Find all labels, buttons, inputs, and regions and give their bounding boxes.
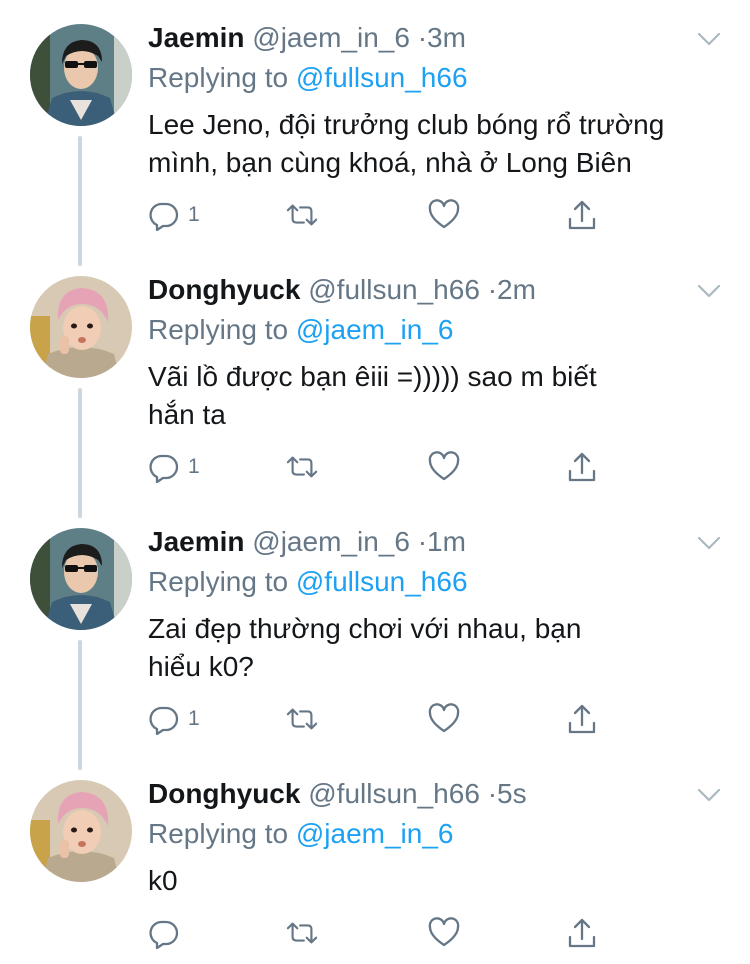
thread-line xyxy=(78,388,82,518)
heart-icon xyxy=(428,199,460,229)
tweet[interactable]: Donghyuck @fullsun_h66 ·2m Replying to @… xyxy=(0,252,750,518)
heart-icon xyxy=(428,917,460,947)
replying-to-label: Replying to xyxy=(148,818,289,849)
handle[interactable]: @fullsun_h66 xyxy=(308,778,480,809)
replying-to-label: Replying to xyxy=(148,314,289,345)
replying-to-label: Replying to xyxy=(148,566,289,597)
separator-dot: · xyxy=(487,274,498,305)
display-name[interactable]: Donghyuck xyxy=(148,274,300,305)
display-name[interactable]: Jaemin xyxy=(148,22,245,53)
separator-dot: · xyxy=(417,22,428,53)
avatar[interactable] xyxy=(30,528,132,630)
share-icon xyxy=(568,452,596,482)
retweet-button[interactable] xyxy=(286,702,318,736)
tweet-text: Zai đẹp thường chơi với nhau, bạn hiểu k… xyxy=(148,613,582,682)
heart-icon xyxy=(428,703,460,733)
avatar[interactable] xyxy=(30,276,132,378)
reply-icon xyxy=(149,706,179,735)
tweet-header: Donghyuck @fullsun_h66 ·5s xyxy=(148,778,527,810)
avatar[interactable] xyxy=(30,780,132,882)
tweet-header: Jaemin @jaem_in_6 ·3m xyxy=(148,22,466,54)
avatar[interactable] xyxy=(30,24,132,126)
retweet-icon xyxy=(286,708,318,730)
display-name[interactable]: Donghyuck xyxy=(148,778,300,809)
like-button[interactable] xyxy=(428,916,460,950)
replying-to-label: Replying to xyxy=(148,62,289,93)
action-bar: 1 xyxy=(148,702,608,738)
reply-button[interactable]: 1 xyxy=(148,702,200,736)
chevron-down-icon[interactable] xyxy=(696,26,722,52)
thread-line xyxy=(78,640,82,770)
retweet-button[interactable] xyxy=(286,916,318,950)
replying-to: Replying to @jaem_in_6 xyxy=(148,314,454,346)
timestamp[interactable]: 3m xyxy=(427,22,466,53)
share-icon xyxy=(568,200,596,230)
retweet-icon xyxy=(286,204,318,226)
tweet-text: Lee Jeno, đội trưởng club bóng rổ trường… xyxy=(148,109,665,178)
tweet-text: Vãi lồ được bạn êiii =))))) sao m biết h… xyxy=(148,361,597,430)
timestamp[interactable]: 1m xyxy=(427,526,466,557)
reply-button[interactable]: 1 xyxy=(148,450,200,484)
display-name[interactable]: Jaemin xyxy=(148,526,245,557)
chevron-down-icon[interactable] xyxy=(696,782,722,808)
tweet[interactable]: Jaemin @jaem_in_6 ·1m Replying to @fulls… xyxy=(0,504,750,770)
timestamp[interactable]: 5s xyxy=(497,778,527,809)
reply-icon xyxy=(149,202,179,231)
tweet[interactable]: Donghyuck @fullsun_h66 ·5s Replying to @… xyxy=(0,756,750,964)
reply-count: 1 xyxy=(188,203,200,226)
retweet-button[interactable] xyxy=(286,198,318,232)
tweet-header: Jaemin @jaem_in_6 ·1m xyxy=(148,526,466,558)
like-button[interactable] xyxy=(428,198,460,232)
timestamp[interactable]: 2m xyxy=(497,274,536,305)
handle[interactable]: @jaem_in_6 xyxy=(252,526,410,557)
handle[interactable]: @jaem_in_6 xyxy=(252,22,410,53)
share-button[interactable] xyxy=(566,702,598,736)
reply-button[interactable] xyxy=(148,916,188,950)
retweet-icon xyxy=(286,922,318,944)
chevron-down-icon[interactable] xyxy=(696,278,722,304)
replying-to: Replying to @fullsun_h66 xyxy=(148,62,468,94)
replying-to: Replying to @fullsun_h66 xyxy=(148,566,468,598)
like-button[interactable] xyxy=(428,450,460,484)
share-button[interactable] xyxy=(566,198,598,232)
like-button[interactable] xyxy=(428,702,460,736)
tweet[interactable]: Jaemin @jaem_in_6 ·3m Replying to @fulls… xyxy=(0,0,750,266)
handle[interactable]: @fullsun_h66 xyxy=(308,274,480,305)
reply-count: 1 xyxy=(188,455,200,478)
action-bar xyxy=(148,916,608,952)
action-bar: 1 xyxy=(148,198,608,234)
reply-icon xyxy=(149,920,179,949)
tweet-header: Donghyuck @fullsun_h66 ·2m xyxy=(148,274,536,306)
replying-to: Replying to @jaem_in_6 xyxy=(148,818,454,850)
chevron-down-icon[interactable] xyxy=(696,530,722,556)
reply-button[interactable]: 1 xyxy=(148,198,200,232)
thread-line xyxy=(78,136,82,266)
share-icon xyxy=(568,704,596,734)
mention-link[interactable]: @jaem_in_6 xyxy=(296,314,454,345)
separator-dot: · xyxy=(487,778,498,809)
mention-link[interactable]: @fullsun_h66 xyxy=(296,62,468,93)
retweet-button[interactable] xyxy=(286,450,318,484)
share-button[interactable] xyxy=(566,916,598,950)
mention-link[interactable]: @fullsun_h66 xyxy=(296,566,468,597)
separator-dot: · xyxy=(417,526,428,557)
heart-icon xyxy=(428,451,460,481)
retweet-icon xyxy=(286,456,318,478)
share-button[interactable] xyxy=(566,450,598,484)
share-icon xyxy=(568,918,596,948)
reply-icon xyxy=(149,454,179,483)
mention-link[interactable]: @jaem_in_6 xyxy=(296,818,454,849)
reply-count: 1 xyxy=(188,707,200,730)
action-bar: 1 xyxy=(148,450,608,486)
tweet-text: k0 xyxy=(148,865,178,896)
